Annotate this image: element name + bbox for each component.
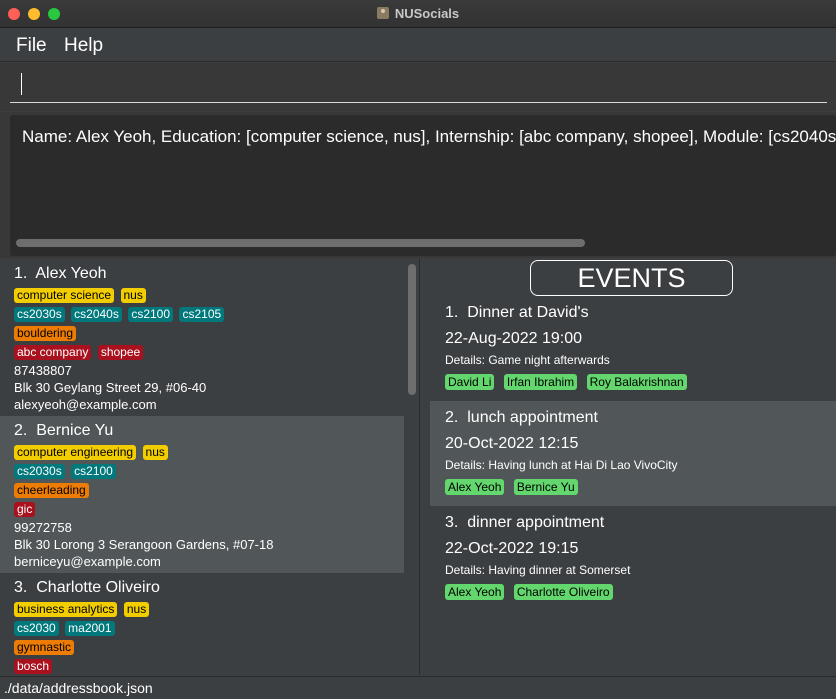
module-tag: cs2100 (71, 464, 116, 479)
person-index: 1. (14, 265, 28, 282)
event-person-tag: Bernice Yu (513, 479, 578, 495)
module-tag: cs2040s (71, 307, 122, 322)
event-person-tag: David Li (445, 374, 495, 390)
module-tag: cs2030 (14, 621, 59, 636)
event-title-line: 3. dinner appointment (445, 514, 821, 537)
event-index: 2. (445, 409, 459, 426)
module-tag: cs2100 (128, 307, 174, 322)
status-bar: ./data/addressbook.json (0, 676, 836, 699)
event-person-tag: Roy Balakrishnan (586, 374, 687, 390)
education-tag: computer science (14, 288, 115, 303)
text-caret (21, 73, 22, 95)
event-datetime: 22-Oct-2022 19:15 (445, 540, 579, 557)
events-panel: EVENTS 1. Dinner at David's 22-Aug-2022 … (421, 259, 836, 675)
event-datetime: 20-Oct-2022 12:15 (445, 435, 579, 452)
window-title-group: NUSocials (0, 6, 836, 21)
person-address: Blk 30 Lorong 3 Serangoon Gardens, #07-1… (14, 537, 274, 552)
event-details: Details: Having dinner at Somerset (445, 563, 631, 577)
event-datetime: 22-Aug-2022 19:00 (445, 330, 582, 347)
person-name: Bernice Yu (36, 422, 114, 439)
cca-tag: gymnastic (14, 640, 75, 655)
internship-tag: bosch (14, 659, 53, 674)
person-email: alexyeoh@example.com (14, 397, 157, 412)
module-tag: cs2030s (14, 307, 65, 322)
result-display[interactable]: Name: Alex Yeoh, Education: [computer sc… (10, 115, 836, 256)
cca-tags: bouldering (14, 324, 390, 343)
event-card[interactable]: 1. Dinner at David's 22-Aug-2022 19:00 D… (430, 296, 836, 401)
window-title: NUSocials (394, 6, 460, 21)
person-list-panel: 1. Alex Yeoh computer science nus cs2030… (0, 259, 420, 675)
person-name: Alex Yeoh (35, 265, 107, 282)
result-text: Name: Alex Yeoh, Education: [computer sc… (22, 127, 836, 146)
education-tag: nus (142, 445, 168, 460)
cca-tags: cheerleading (14, 481, 390, 500)
event-card[interactable]: 3. dinner appointment 22-Oct-2022 19:15 … (430, 506, 836, 611)
person-index: 3. (14, 579, 28, 596)
person-index: 2. (14, 422, 28, 439)
event-card[interactable]: 2. lunch appointment 20-Oct-2022 12:15 D… (430, 401, 836, 506)
event-person-tag: Alex Yeoh (445, 479, 505, 495)
result-horizontal-scrollbar[interactable] (16, 239, 585, 247)
education-tags: computer science nus (14, 286, 390, 305)
person-name-line: 2. Bernice Yu (14, 422, 390, 443)
module-tags: cs2030 ma2001 (14, 619, 390, 638)
person-name-line: 1. Alex Yeoh (14, 265, 390, 286)
person-card[interactable]: 2. Bernice Yu computer engineering nus c… (0, 416, 404, 573)
module-tag: cs2030s (14, 464, 65, 479)
menu-bar: File Help (0, 29, 836, 62)
person-phone: 99272758 (14, 520, 72, 535)
education-tags: computer engineering nus (14, 443, 390, 462)
event-index: 3. (445, 514, 459, 531)
event-people: Alex Yeoh Charlotte Oliveiro (445, 583, 821, 603)
event-details: Details: Game night afterwards (445, 353, 610, 367)
module-tag: ma2001 (65, 621, 115, 636)
cca-tag: bouldering (14, 326, 77, 341)
event-details: Details: Having lunch at Hai Di Lao Vivo… (445, 458, 678, 472)
command-box (0, 63, 836, 111)
education-tag: nus (123, 602, 150, 617)
event-person-tag: Alex Yeoh (445, 584, 505, 600)
command-input[interactable] (10, 71, 827, 103)
education-tags: business analytics nus (14, 600, 390, 619)
education-tag: nus (120, 288, 146, 303)
event-people: David Li Irfan Ibrahim Roy Balakrishnan (445, 373, 821, 393)
internship-tag: shopee (97, 345, 144, 360)
education-tag: business analytics (14, 602, 118, 617)
event-title: lunch appointment (467, 409, 598, 426)
event-title-line: 1. Dinner at David's (445, 304, 821, 327)
event-title: Dinner at David's (467, 304, 589, 321)
title-bar: NUSocials (0, 0, 836, 28)
result-display-area: Name: Alex Yeoh, Education: [computer sc… (0, 112, 836, 258)
person-name: Charlotte Oliveiro (36, 579, 160, 596)
save-location-path: ./data/addressbook.json (4, 680, 153, 696)
module-tag: cs2105 (179, 307, 225, 322)
events-header: EVENTS (530, 260, 733, 296)
internship-tag: abc company (14, 345, 92, 360)
cca-tag: cheerleading (14, 483, 89, 498)
internship-tags: gic (14, 500, 390, 519)
app-icon (376, 7, 389, 19)
person-address: Blk 30 Geylang Street 29, #06-40 (14, 380, 207, 395)
menu-file[interactable]: File (16, 35, 47, 57)
event-people: Alex Yeoh Bernice Yu (445, 478, 821, 498)
event-title-line: 2. lunch appointment (445, 409, 821, 432)
person-email: berniceyu@example.com (14, 554, 161, 569)
module-tags: cs2030s cs2040s cs2100 cs2105 (14, 305, 390, 324)
internship-tags: bosch (14, 657, 390, 675)
internship-tags: abc company shopee (14, 343, 390, 362)
person-phone: 87438807 (14, 363, 72, 378)
education-tag: computer engineering (14, 445, 137, 460)
event-index: 1. (445, 304, 459, 321)
cca-tags: gymnastic (14, 638, 390, 657)
event-person-tag: Charlotte Oliveiro (513, 584, 613, 600)
person-card[interactable]: 1. Alex Yeoh computer science nus cs2030… (0, 259, 404, 415)
person-card[interactable]: 3. Charlotte Oliveiro business analytics… (0, 573, 404, 675)
event-title: dinner appointment (467, 514, 605, 531)
internship-tag: gic (14, 502, 36, 517)
person-name-line: 3. Charlotte Oliveiro (14, 579, 390, 600)
person-list-scrollbar[interactable] (408, 264, 416, 395)
event-person-tag: Irfan Ibrahim (503, 374, 578, 390)
menu-help[interactable]: Help (64, 35, 103, 57)
module-tags: cs2030s cs2100 (14, 462, 390, 481)
